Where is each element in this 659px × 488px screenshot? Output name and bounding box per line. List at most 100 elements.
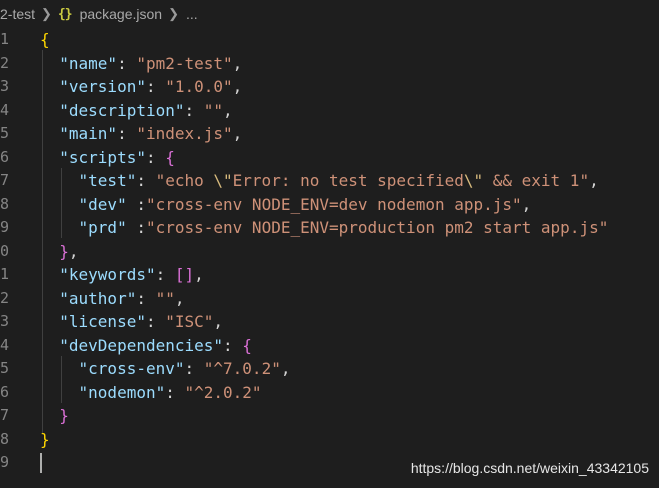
code-text: {: [40, 28, 50, 52]
code-token: :: [165, 382, 185, 402]
code-text: "license": "ISC",: [40, 310, 223, 334]
code-token: "nodemon": [78, 382, 166, 402]
code-line[interactable]: 5 "cross-env": "^7.0.2",: [0, 357, 659, 381]
breadcrumb-file[interactable]: package.json: [79, 6, 164, 22]
line-number: 2: [0, 53, 10, 72]
line-number: 4: [0, 335, 10, 354]
line-number: 2: [0, 288, 10, 307]
line-number: 6: [0, 382, 10, 401]
line-number: 3: [0, 77, 10, 95]
code-token: :: [155, 265, 175, 284]
breadcrumb-more[interactable]: ...: [185, 6, 199, 22]
line-number: 1: [0, 30, 10, 48]
code-line[interactable]: 3 "version": "1.0.0",: [0, 75, 659, 99]
code-token: }: [40, 429, 50, 449]
code-text: "cross-env": "^7.0.2",: [40, 357, 291, 381]
code-text: "version": "1.0.0",: [40, 75, 242, 99]
code-token: "scripts": [59, 147, 146, 167]
json-file-icon: {}: [57, 6, 73, 22]
code-line[interactable]: 8 "dev" :"cross-env NODE_ENV=dev nodemon…: [0, 193, 659, 217]
code-token: "dev": [78, 194, 127, 214]
watermark-url: https://blog.csdn.net/weixin_43342105: [410, 460, 649, 476]
code-token: "main": [59, 124, 118, 143]
code-token: "ISC": [165, 312, 214, 331]
code-line[interactable]: 6 "scripts": {: [0, 146, 659, 170]
code-token: "": [155, 288, 175, 308]
code-token: :: [136, 171, 156, 190]
code-editor[interactable]: 1{2 "name": "pm2-test", 3 "version": "1.0…: [0, 28, 659, 488]
code-token: :: [184, 359, 204, 378]
code-token: "keywords": [59, 265, 156, 284]
code-token: "^7.0.2": [203, 359, 281, 378]
code-token: "cross-env": [78, 359, 185, 378]
code-token: :: [126, 218, 146, 237]
code-line[interactable]: 7 }: [0, 404, 659, 428]
code-token: }: [59, 406, 69, 425]
code-line[interactable]: 2 "name": "pm2-test",: [0, 52, 659, 76]
code-line[interactable]: 6 "nodemon": "^2.0.2": [0, 381, 659, 405]
code-token: "cross-env NODE_ENV=production pm2 start…: [145, 218, 609, 237]
code-token: :: [117, 53, 137, 73]
code-line[interactable]: 1 "keywords": [],: [0, 263, 659, 287]
code-token: Error: no test specified: [232, 171, 464, 190]
code-token: ,: [223, 100, 233, 120]
line-number: 9: [0, 453, 10, 471]
code-line[interactable]: 3 "license": "ISC",: [0, 310, 659, 334]
line-number: 5: [0, 124, 10, 142]
code-token: "author": [59, 288, 137, 308]
code-token: ,: [232, 53, 243, 73]
code-text: "test": "echo \"Error: no test specified…: [40, 169, 599, 193]
line-number: 0: [0, 241, 10, 260]
code-line[interactable]: 8}: [0, 428, 659, 452]
code-token: && exit 1": [483, 171, 590, 190]
code-text: "main": "index.js",: [40, 122, 242, 146]
code-token: ,: [232, 77, 243, 96]
breadcrumb-folder[interactable]: 2-test: [0, 6, 36, 22]
code-token: "license": [59, 312, 146, 331]
code-token: ,: [232, 124, 243, 143]
line-number: 5: [0, 359, 10, 377]
code-token: :: [223, 335, 243, 355]
code-line[interactable]: 4 "devDependencies": {: [0, 334, 659, 358]
code-token: "^2.0.2": [184, 382, 262, 402]
line-number: 8: [0, 429, 10, 448]
code-token: "": [203, 100, 224, 120]
code-line[interactable]: 2 "author": "",: [0, 287, 659, 311]
line-number: 6: [0, 147, 10, 166]
code-token: :: [145, 77, 166, 96]
code-token: :: [184, 100, 204, 120]
code-token: \": [213, 171, 233, 190]
code-token: "name": [59, 53, 118, 73]
code-text: }: [40, 428, 50, 452]
code-token: }: [59, 241, 69, 261]
line-number: 8: [0, 194, 10, 213]
code-line[interactable]: 5 "main": "index.js",: [0, 122, 659, 146]
code-line[interactable]: 7 "test": "echo \"Error: no test specifi…: [0, 169, 659, 193]
line-number: 9: [0, 218, 10, 236]
chevron-right-icon: ❯: [41, 6, 52, 21]
code-text: "nodemon": "^2.0.2": [40, 381, 262, 405]
code-token: "prd": [78, 218, 127, 237]
code-token: "1.0.0": [165, 77, 233, 96]
code-token: "devDependencies": [59, 335, 224, 355]
text-cursor: [40, 453, 42, 473]
code-token: :: [145, 312, 166, 331]
code-line[interactable]: 9 "prd" :"cross-env NODE_ENV=production …: [0, 216, 659, 240]
code-line[interactable]: 1{: [0, 28, 659, 52]
code-text: "keywords": [],: [40, 263, 204, 287]
code-line[interactable]: 4 "description": "",: [0, 99, 659, 123]
line-number: 7: [0, 406, 10, 424]
code-line[interactable]: 0 },: [0, 240, 659, 264]
code-token: :: [145, 147, 166, 167]
code-token: "echo: [155, 171, 214, 190]
code-token: ,: [174, 288, 185, 308]
code-text: "devDependencies": {: [40, 334, 252, 358]
